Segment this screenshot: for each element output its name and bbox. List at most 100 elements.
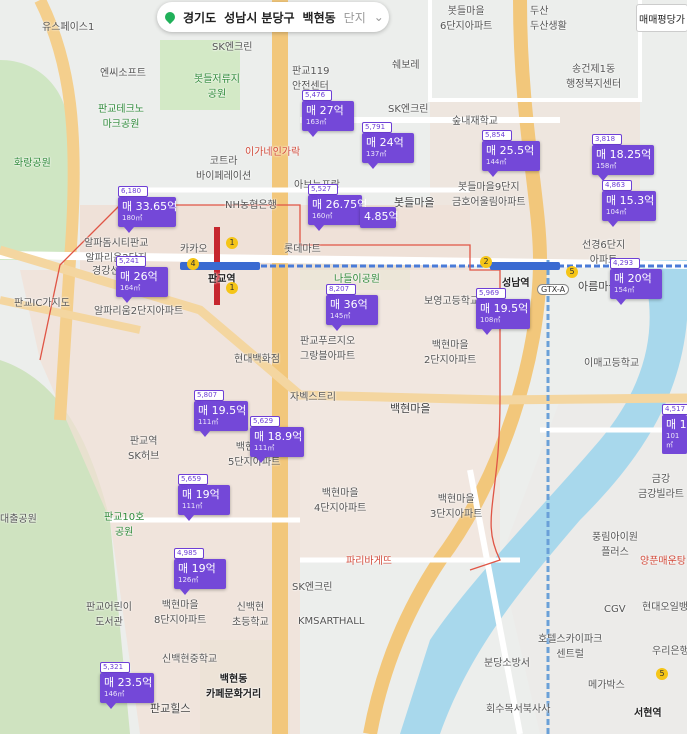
line-badge: 5: [656, 668, 668, 680]
marker-unit-price: 5,659만: [178, 474, 208, 492]
place-label: CGV: [604, 604, 626, 615]
chevron-down-icon[interactable]: ⌄: [374, 10, 384, 24]
place-label: 이매고등학교: [584, 358, 640, 369]
price-marker[interactable]: 5,854만 매 25.5억 144㎡: [482, 130, 540, 177]
place-label: 파리바게뜨: [346, 556, 392, 567]
place-label: 분당소방서: [484, 658, 530, 669]
location-breadcrumb[interactable]: 경기도 성남시 분당구 백현동 단지 ⌄: [157, 2, 389, 32]
marker-unit-price: 5,791만: [362, 122, 392, 140]
marker-price: 매 26.75억: [312, 198, 368, 211]
marker-area: 126㎡: [178, 576, 199, 584]
place-label: 봇들저류지 공원: [194, 74, 240, 100]
price-marker[interactable]: 6,180만 매 33.65억 180㎡: [118, 186, 178, 233]
price-marker[interactable]: 5,969만 매 19.5억 108㎡: [476, 288, 530, 335]
place-label: 현대백화점: [234, 354, 280, 365]
line-badge: 5: [566, 266, 578, 278]
place-label: 양푼매운탕: [640, 556, 686, 567]
price-marker[interactable]: 4,293만 매 20억 154㎡: [610, 258, 662, 305]
place-label: 자벡스트리: [290, 392, 336, 403]
marker-price: 매 18.9억: [254, 430, 303, 443]
price-marker[interactable]: 5,629만 매 18.9억 111㎡: [250, 416, 304, 463]
marker-area: 154㎡: [614, 286, 635, 294]
place-label: 우리은행: [652, 646, 687, 657]
price-marker[interactable]: 4,863만 매 15.3억 104㎡: [602, 180, 656, 227]
place-label: SK엔크린: [292, 582, 333, 593]
line-badge: 4: [187, 258, 199, 270]
marker-unit-price: 8,207만: [326, 284, 356, 302]
gtx-badge[interactable]: GTX-A: [537, 284, 570, 295]
marker-price: 매 25.5억: [486, 144, 535, 157]
price-marker[interactable]: 5,807만 매 19.5억 111㎡: [194, 390, 248, 437]
price-marker[interactable]: 5,241만 매 26억 164㎡: [116, 256, 168, 303]
marker-unit-price: 4,517: [662, 404, 687, 415]
marker-area: 145㎡: [330, 312, 351, 320]
marker-area: 160㎡: [312, 212, 333, 220]
marker-price: 매 19억: [178, 562, 216, 575]
place-label: 판교힐스: [150, 702, 191, 715]
place-label: 코트라 바이페레이션: [196, 156, 252, 182]
place-label: 쉐보레: [392, 60, 420, 71]
marker-price: 매 33.65억: [122, 200, 178, 213]
marker-area: 158㎡: [596, 162, 617, 170]
place-label: KMSARTHALL: [298, 616, 365, 627]
place-label: 백현마을 4단지아파트: [314, 488, 367, 514]
station-label[interactable]: 서현역: [634, 704, 662, 719]
price-marker[interactable]: 4,985만 매 19억 126㎡: [174, 548, 226, 595]
price-marker[interactable]: 8,207만 매 36억 145㎡: [326, 284, 378, 331]
place-label: 롯데마트: [284, 244, 321, 255]
marker-unit-price: 6,180만: [118, 186, 148, 204]
marker-price: 4.85억: [364, 210, 399, 223]
place-label: 엔씨소프트: [100, 68, 146, 79]
place-label: 판교어린이 도서관: [86, 602, 132, 628]
place-label: 회수목서북사사: [486, 704, 551, 715]
place-label: 판교10호 공원: [104, 512, 145, 538]
marker-unit-price: 5,241만: [116, 256, 146, 274]
place-label: NH농협은행: [225, 200, 277, 211]
place-label: 봇들마을 6단지아파트: [440, 6, 493, 32]
price-marker[interactable]: 5,659만 매 19억 111㎡: [178, 474, 230, 521]
station-label[interactable]: 성남역: [502, 274, 530, 289]
marker-area: 111㎡: [198, 418, 219, 426]
marker-unit-price: 5,527만: [308, 184, 338, 202]
place-label: SK엔크린: [388, 104, 429, 115]
place-label: 판교테크노 마크공원: [98, 104, 144, 130]
marker-area: 137㎡: [366, 150, 387, 158]
marker-unit-price: 5,476만: [302, 90, 332, 108]
price-per-area-button[interactable]: 매매평당가: [636, 4, 687, 32]
breadcrumb-province[interactable]: 경기도: [183, 9, 216, 26]
place-label: 두산 두산생활: [530, 6, 567, 32]
breadcrumb-dong[interactable]: 백현동: [303, 9, 336, 26]
marker-price: 매 23.5억: [104, 676, 153, 689]
place-label: 신백현중학교: [162, 654, 218, 665]
marker-price: 매 19.5억: [480, 302, 529, 315]
marker-unit-price: 5,854만: [482, 130, 512, 148]
marker-unit-price: 5,969만: [476, 288, 506, 306]
marker-unit-price: 3,818만: [592, 134, 622, 152]
place-label: 풍림아이원 플러스: [592, 532, 638, 558]
price-marker[interactable]: 5,791만 매 24억 137㎡: [362, 122, 414, 169]
price-marker[interactable]: 5,476만 매 27억 163㎡: [302, 90, 354, 137]
price-marker[interactable]: 4.85억: [360, 196, 399, 228]
place-label: 이가네인가락: [245, 147, 301, 158]
breadcrumb-type[interactable]: 단지: [344, 9, 366, 26]
place-label: 백현마을 8단지아파트: [154, 600, 207, 626]
place-label: 카카오: [180, 244, 208, 255]
line-badge: 2: [480, 256, 492, 268]
place-label: 숲내재학교: [452, 116, 498, 127]
place-label: 보영고등학교: [424, 296, 480, 307]
marker-price: 매 1: [666, 418, 687, 431]
price-marker[interactable]: 3,818만 매 18.25억 158㎡: [592, 134, 654, 181]
breadcrumb-city[interactable]: 성남시 분당구: [224, 9, 294, 26]
price-marker[interactable]: 5,321만 매 23.5억 146㎡: [100, 662, 154, 709]
marker-price: 매 24억: [366, 136, 404, 149]
place-label: 메가박스: [588, 680, 625, 691]
marker-unit-price: 4,863만: [602, 180, 632, 198]
place-label: 백현마을 3단지아파트: [430, 494, 483, 520]
place-label: 봇들마을9단지 금호어울림아파트: [452, 182, 526, 208]
marker-area: 164㎡: [120, 284, 141, 292]
place-label: 호텔스카이파크 센트럴: [538, 634, 603, 660]
price-marker[interactable]: 4,517 매 1 101㎡: [662, 404, 687, 454]
marker-area: 163㎡: [306, 118, 327, 126]
price-marker[interactable]: 5,527만 매 26.75억 160㎡: [308, 184, 368, 231]
place-label: 판교119 안전센터: [292, 66, 330, 92]
